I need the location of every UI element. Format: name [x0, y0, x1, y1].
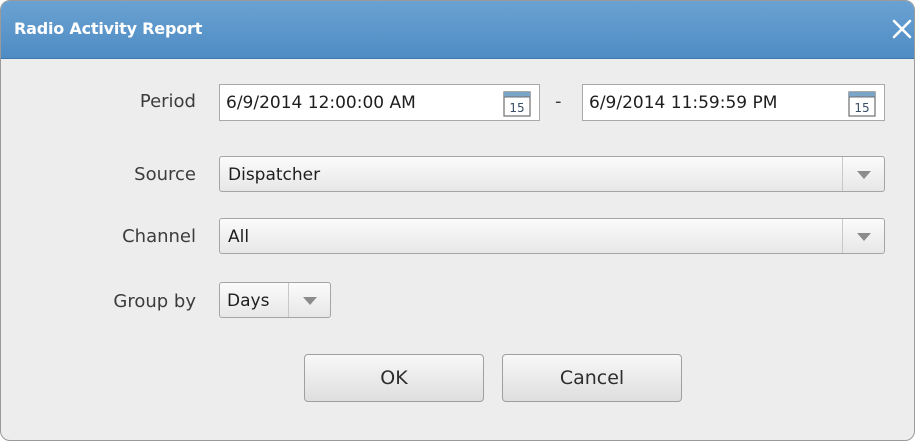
close-icon[interactable]	[888, 15, 914, 43]
group-by-selected-value: Days	[227, 291, 270, 311]
source-dropdown-toggle[interactable]	[842, 157, 884, 191]
group-by-label: Group by	[113, 291, 196, 312]
calendar-icon[interactable]: 15	[848, 91, 876, 117]
period-start-value: 6/9/2014 12:00:00 AM	[226, 93, 416, 113]
group-by-dropdown-toggle[interactable]	[288, 283, 330, 317]
source-label: Source	[134, 164, 196, 185]
channel-dropdown[interactable]: All	[219, 218, 885, 254]
chevron-down-icon	[302, 297, 317, 305]
chevron-down-icon	[856, 233, 871, 241]
period-start-field[interactable]: 6/9/2014 12:00:00 AM 15	[219, 84, 540, 121]
ok-button[interactable]: OK	[304, 354, 484, 402]
calendar-icon[interactable]: 15	[503, 91, 531, 117]
group-by-dropdown[interactable]: Days	[219, 282, 331, 318]
period-label: Period	[139, 91, 196, 112]
source-selected-value: Dispatcher	[228, 165, 321, 185]
svg-text:15: 15	[509, 101, 524, 115]
source-dropdown[interactable]: Dispatcher	[219, 156, 885, 192]
period-end-value: 6/9/2014 11:59:59 PM	[589, 93, 778, 113]
channel-dropdown-toggle[interactable]	[842, 219, 884, 253]
radio-activity-report-dialog: Radio Activity Report Period 6/9/2014 12…	[0, 0, 915, 441]
cancel-button[interactable]: Cancel	[502, 354, 682, 402]
dialog-titlebar: Radio Activity Report	[1, 1, 914, 59]
channel-label: Channel	[122, 226, 196, 247]
dialog-title: Radio Activity Report	[14, 19, 203, 38]
period-separator: -	[555, 91, 562, 112]
period-end-field[interactable]: 6/9/2014 11:59:59 PM 15	[582, 84, 885, 121]
svg-text:15: 15	[854, 101, 869, 115]
chevron-down-icon	[856, 171, 871, 179]
channel-selected-value: All	[228, 227, 250, 247]
